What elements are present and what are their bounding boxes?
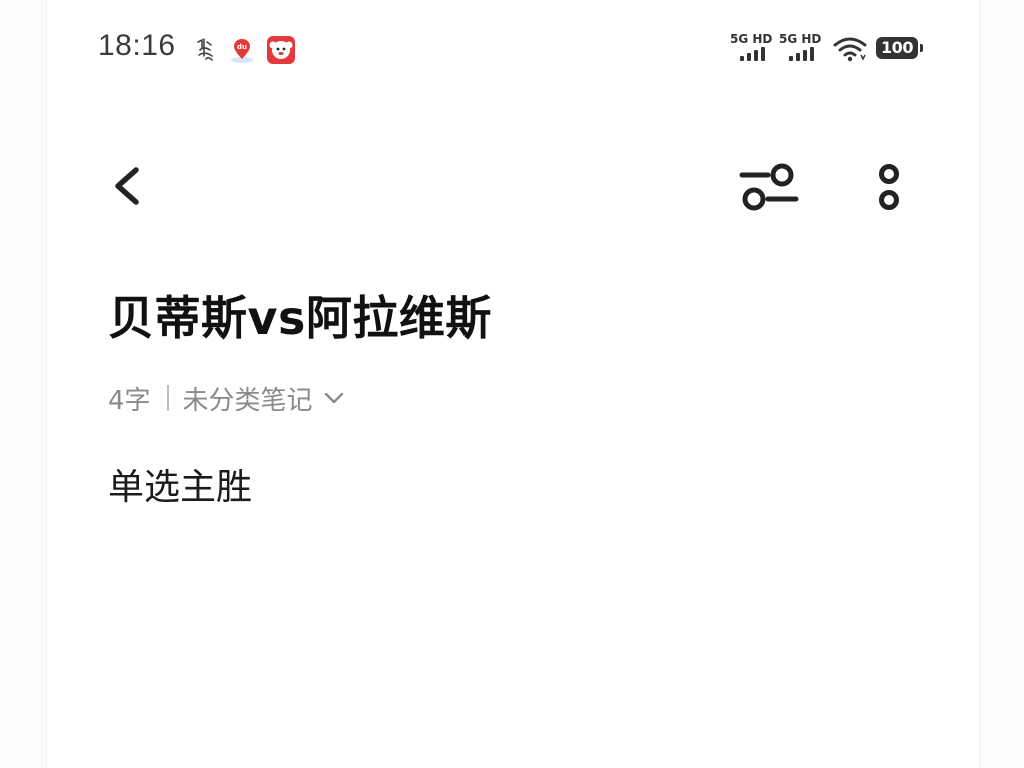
meta-divider: [166, 385, 169, 411]
sliders-icon: [739, 163, 799, 211]
signal-indicator-2: 5G HD: [779, 32, 823, 66]
chevron-left-icon: [115, 167, 139, 205]
status-bar: 18:16 du 5G HD 5G HD 100: [96, 26, 930, 72]
baidu-maps-icon: du: [231, 39, 253, 63]
signal-bars-icon: [789, 47, 814, 61]
status-indicators: 5G HD 5G HD 100: [730, 32, 930, 66]
more-options-button[interactable]: [870, 156, 908, 218]
word-count: 4字: [108, 385, 151, 416]
note-meta: 4字 未分类笔记: [108, 380, 345, 416]
svg-text:du: du: [237, 43, 247, 51]
right-edge: [979, 0, 1024, 768]
left-edge: [0, 0, 47, 768]
weather-icon: [197, 38, 213, 61]
signal-label: 5G HD: [730, 32, 773, 46]
back-button[interactable]: [104, 160, 152, 212]
chevron-down-icon: [324, 392, 343, 404]
note-body[interactable]: 单选主胜: [108, 458, 252, 510]
category-label: 未分类笔记: [182, 385, 313, 416]
battery-cap: [920, 44, 923, 52]
battery-indicator: 100: [876, 37, 918, 59]
wifi-icon: [833, 37, 867, 62]
note-screen: 18:16 du 5G HD 5G HD 100 贝蒂斯vs阿拉维斯 4字 未分…: [0, 0, 1024, 768]
jd-app-icon: [267, 36, 295, 64]
category-dropdown[interactable]: 未分类笔记: [183, 380, 345, 417]
filter-settings-button[interactable]: [736, 156, 802, 218]
more-vertical-icon: [879, 164, 899, 210]
note-title[interactable]: 贝蒂斯vs阿拉维斯: [108, 282, 492, 348]
signal-bars-icon: [740, 47, 765, 61]
signal-indicator-1: 5G HD: [730, 32, 774, 66]
signal-label: 5G HD: [779, 32, 822, 46]
status-time: 18:16: [98, 29, 176, 62]
